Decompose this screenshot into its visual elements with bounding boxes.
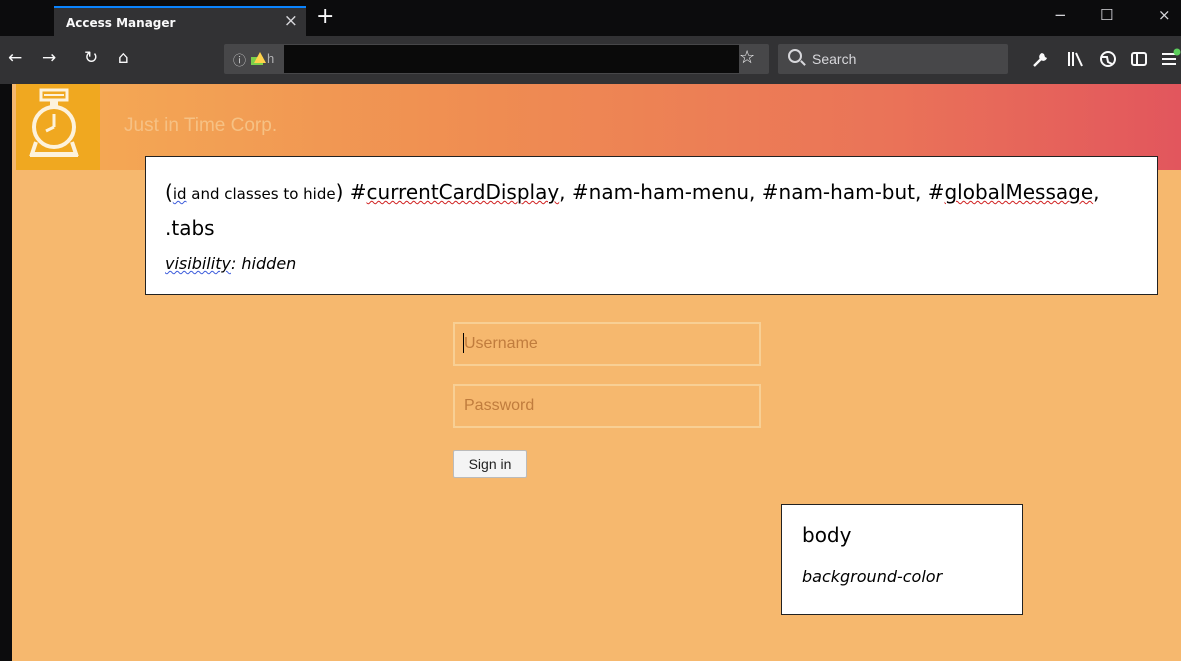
brand-name: Just in Time Corp. bbox=[124, 115, 278, 136]
wrench-icon[interactable] bbox=[1032, 50, 1050, 68]
reload-icon[interactable]: ↻ bbox=[84, 48, 98, 68]
globe-icon[interactable] bbox=[1098, 49, 1118, 69]
maximize-icon[interactable]: ☐ bbox=[1100, 6, 1113, 24]
browser-tab-strip: Access Manager × + − ☐ × bbox=[0, 0, 1181, 36]
library-icon[interactable] bbox=[1066, 50, 1084, 68]
tab-access-manager[interactable]: Access Manager × bbox=[54, 6, 306, 36]
hide-selectors-text: (id and classes to hide) #currentCardDis… bbox=[165, 180, 1100, 240]
bookmark-star-icon[interactable]: ☆ bbox=[739, 47, 755, 68]
annotation-hide-callout: (id and classes to hide) #currentCardDis… bbox=[145, 156, 1158, 295]
back-icon[interactable]: ← bbox=[8, 48, 22, 68]
password-input[interactable] bbox=[453, 384, 761, 428]
home-icon[interactable]: ⌂ bbox=[118, 48, 129, 68]
info-icon[interactable]: ⓘ bbox=[233, 50, 246, 69]
window-left-edge bbox=[0, 84, 12, 661]
sign-in-button[interactable]: Sign in bbox=[453, 450, 527, 478]
alarm-clock-icon bbox=[29, 88, 79, 157]
browser-nav-bar: ← → ↻ ⌂ ⓘ h ☆ Search bbox=[0, 36, 1181, 84]
url-bar[interactable]: ⓘ h ☆ bbox=[224, 44, 769, 74]
lock-warning-icon[interactable] bbox=[251, 52, 266, 65]
new-tab-icon[interactable]: + bbox=[316, 4, 334, 29]
body-annotation-title: body bbox=[802, 523, 852, 547]
text-cursor bbox=[463, 333, 464, 353]
body-annotation-property: background-color bbox=[802, 567, 943, 586]
menu-icon[interactable] bbox=[1160, 48, 1181, 70]
url-redaction bbox=[284, 45, 739, 73]
minimize-icon[interactable]: − bbox=[1054, 6, 1067, 24]
annotation-body-callout: body background-color bbox=[781, 504, 1023, 615]
url-text[interactable]: h bbox=[267, 51, 274, 66]
tab-close-icon[interactable]: × bbox=[284, 11, 298, 31]
search-bar[interactable]: Search bbox=[778, 44, 1008, 74]
username-input[interactable] bbox=[453, 322, 761, 366]
hide-property-text: visibility: hidden bbox=[165, 254, 297, 273]
close-window-icon[interactable]: × bbox=[1158, 6, 1171, 24]
search-placeholder: Search bbox=[812, 51, 857, 67]
logo[interactable] bbox=[16, 84, 100, 170]
search-icon bbox=[788, 49, 802, 63]
tab-title: Access Manager bbox=[66, 16, 176, 30]
sidebar-icon[interactable] bbox=[1130, 50, 1148, 68]
forward-icon[interactable]: → bbox=[42, 48, 56, 68]
